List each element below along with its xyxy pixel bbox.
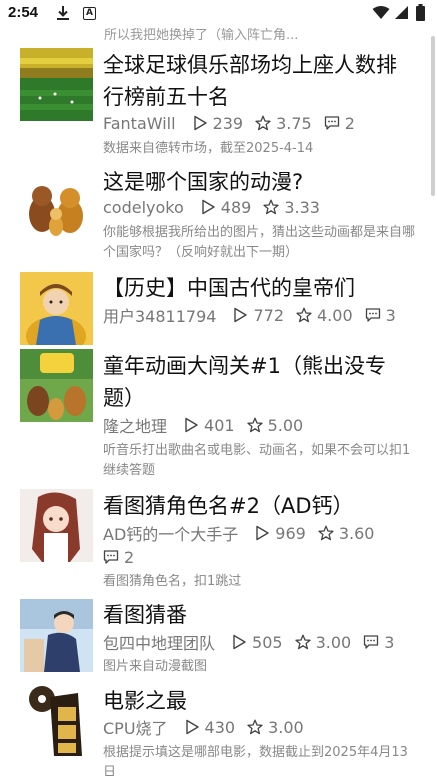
scrollbar[interactable]: [431, 36, 435, 196]
item-description: 数据来自德转市场，截至2025-4-14: [103, 141, 314, 156]
play-icon: [185, 417, 198, 433]
author-name[interactable]: 隆之地理: [103, 413, 167, 437]
signal-icon: [395, 6, 408, 19]
quiz-list: 所以我把她换掉了（输入阵亡角... 全球足球俱乐部场均上座人数排行榜前五十名 F…: [0, 0, 437, 776]
comment-icon: [364, 635, 379, 649]
item-meta: 用户34811794 772 4.00 3: [103, 303, 408, 327]
comment-icon: [324, 116, 339, 130]
item-meta: FantaWill 239 3.75 2: [103, 111, 367, 135]
rating: 3.33: [263, 198, 320, 217]
play-icon: [202, 199, 215, 215]
play-icon: [193, 115, 207, 131]
item-title[interactable]: 电影之最: [103, 685, 415, 717]
rating: 3.75: [255, 114, 312, 133]
item-title[interactable]: 看图猜番: [103, 599, 415, 631]
author-name[interactable]: FantaWill: [103, 114, 176, 133]
play-icon: [234, 307, 248, 323]
thumbnail-bears[interactable]: [20, 170, 93, 243]
play-count: 969: [254, 524, 306, 543]
item-meta: AD钙的一个大手子 969 3.60: [103, 521, 386, 545]
item-description: 看图猜角色名，扣1跳过: [103, 574, 242, 589]
rating: 4.00: [296, 306, 353, 325]
item-meta: 包四中地理团队 505 3.00 3: [103, 630, 406, 654]
star-icon: [296, 307, 312, 323]
status-bar: 2:54 A: [0, 0, 437, 28]
comment-count: 2: [103, 548, 134, 567]
author-name[interactable]: CPU烧了: [103, 715, 168, 739]
author-name[interactable]: codelyoko: [103, 198, 184, 217]
comment-icon: [103, 550, 119, 564]
item-meta-wrap: 2: [103, 545, 146, 569]
wifi-icon: [372, 6, 390, 19]
star-icon: [246, 417, 263, 433]
battery-icon: [416, 4, 425, 21]
clock: 2:54: [8, 4, 39, 21]
rating: 3.00: [247, 718, 304, 737]
item-title[interactable]: 【历史】中国古代的皇帝们: [103, 272, 415, 304]
item-title[interactable]: 全球足球俱乐部场均上座人数排行榜前五十名: [103, 49, 415, 113]
thumbnail-anime-character[interactable]: [20, 489, 93, 562]
item-description: 听音乐打出歌曲名或电影、动画名，如果不会可以扣1继续答题: [103, 443, 411, 478]
rating: 3.00: [294, 633, 351, 652]
thumbnail-stadium[interactable]: [20, 48, 93, 121]
play-count: 489: [200, 198, 251, 217]
play-count: 401: [183, 416, 235, 435]
author-name[interactable]: AD钙的一个大手子: [103, 521, 238, 545]
item-title[interactable]: 童年动画大闯关#1（熊出没专题）: [103, 350, 415, 414]
play-count: 505: [231, 633, 283, 652]
thumbnail-film-reel[interactable]: [20, 683, 93, 756]
author-name[interactable]: 包四中地理团队: [103, 630, 215, 654]
item-description: 你能够根据我所给出的图片，猜出这些动画都是来自哪个国家吗？（反响好就出下一期）: [103, 225, 416, 260]
download-icon: [57, 6, 69, 20]
item-title[interactable]: 这是哪个国家的动漫?: [103, 166, 415, 198]
thumbnail-boonie-bears[interactable]: [20, 349, 93, 422]
play-count: 772: [232, 306, 284, 325]
play-icon: [256, 525, 269, 541]
play-icon: [185, 719, 199, 735]
item-meta: codelyoko 489 3.33: [103, 195, 332, 219]
item-title[interactable]: 看图猜角色名#2（AD钙）: [103, 490, 415, 522]
comment-icon: [365, 308, 380, 322]
play-count: 430: [184, 718, 235, 737]
thumbnail-anime-scene[interactable]: [20, 599, 93, 672]
item-description: 根据提示填这是哪部电影，数据截止到2025年4月13日: [103, 745, 408, 776]
item-description: 图片来自动漫截图: [103, 659, 208, 674]
comment-count: 2: [324, 114, 355, 133]
comment-count: 3: [365, 306, 396, 325]
comment-count: 3: [363, 633, 394, 652]
item-meta: CPU烧了 430 3.00: [103, 715, 316, 739]
play-count: 239: [192, 114, 243, 133]
star-icon: [263, 199, 279, 215]
play-icon: [233, 634, 246, 650]
author-name[interactable]: 用户34811794: [103, 303, 216, 327]
thumbnail-emperor[interactable]: [20, 272, 93, 345]
a-badge-icon: A: [83, 7, 96, 20]
rating: 5.00: [246, 416, 303, 435]
star-icon: [294, 634, 311, 650]
star-icon: [318, 525, 334, 541]
item-meta: 隆之地理 401 5.00: [103, 413, 315, 437]
rating: 3.60: [318, 524, 374, 543]
star-icon: [247, 719, 263, 735]
star-icon: [255, 115, 271, 131]
